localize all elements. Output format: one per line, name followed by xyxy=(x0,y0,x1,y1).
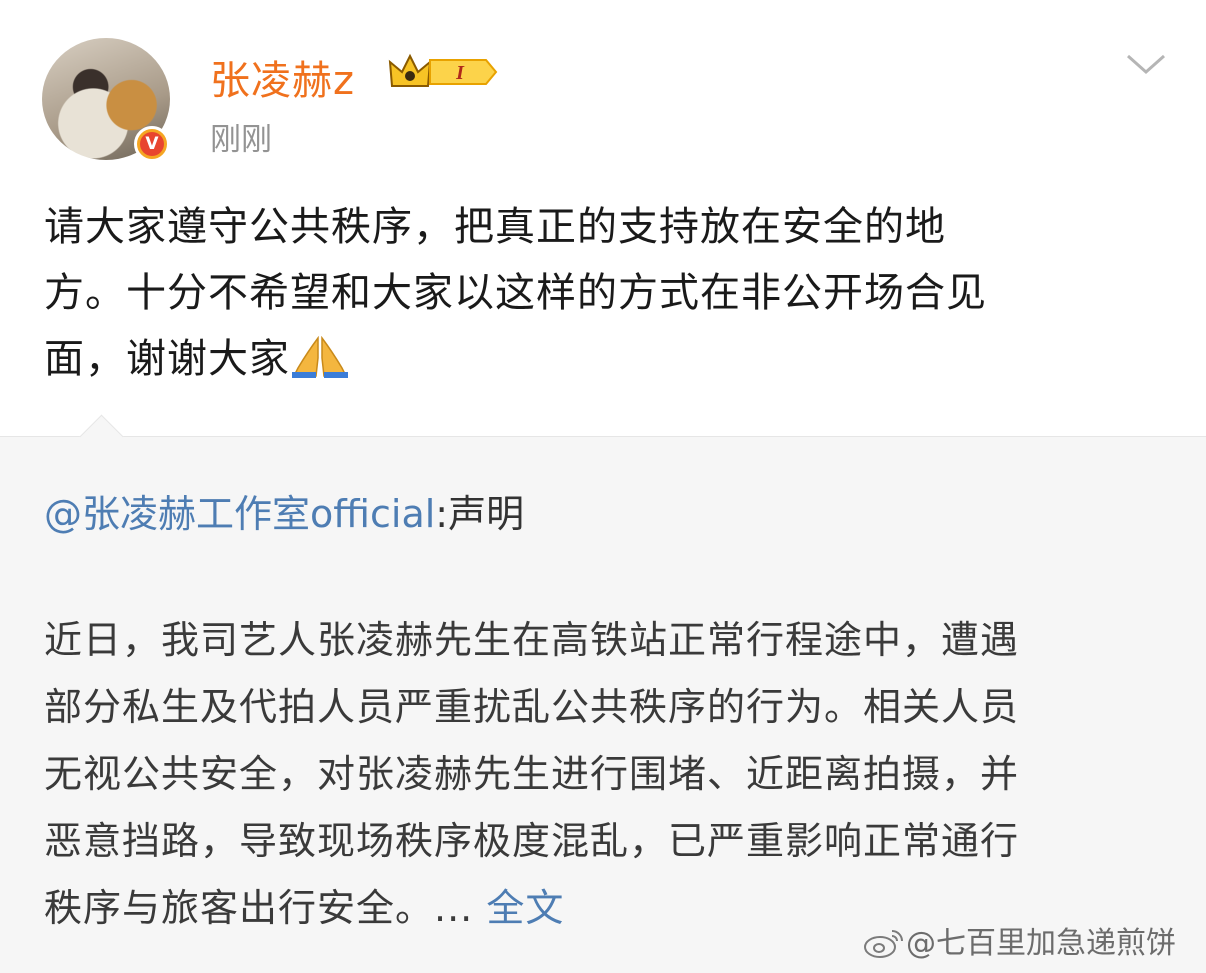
repost-body-line: 部分私生及代拍人员严重扰乱公共秩序的行为。相关人员 xyxy=(44,685,1020,729)
post-text-line-text: 面，谢谢大家 xyxy=(44,336,290,382)
repost-mention-link[interactable]: @张凌赫工作室official xyxy=(44,492,435,536)
repost-author: @张凌赫工作室official:声明 xyxy=(44,483,524,538)
repost-body-line: 无视公共安全，对张凌赫先生进行围堵、近距离拍摄，并 xyxy=(44,752,1020,796)
repost-title: 声明 xyxy=(448,492,525,536)
repost-card[interactable]: @张凌赫工作室official:声明 近日，我司艺人张凌赫先生在高铁站正常行程途… xyxy=(0,414,1206,973)
repost-body: 近日，我司艺人张凌赫先生在高铁站正常行程途中，遭遇 部分私生及代拍人员严重扰乱公… xyxy=(44,607,1174,942)
post-text-line: 面，谢谢大家 xyxy=(44,326,1174,392)
chevron-down-icon[interactable] xyxy=(1124,50,1168,78)
repost-body-line: 近日，我司艺人张凌赫先生在高铁站正常行程途中，遭遇 xyxy=(44,618,1020,662)
watermark-text: @七百里加急递煎饼 xyxy=(906,926,1176,961)
avatar[interactable]: V xyxy=(42,38,170,162)
watermark: @七百里加急递煎饼 xyxy=(862,918,1176,962)
verified-v-icon: V xyxy=(134,126,170,162)
post-text: 请大家遵守公共秩序，把真正的支持放在安全的地 方。十分不希望和大家以这样的方式在… xyxy=(44,194,1174,392)
post-text-line: 方。十分不希望和大家以这样的方式在非公开场合见 xyxy=(44,270,987,316)
full-text-link[interactable]: 全文 xyxy=(486,886,564,930)
post-time: 刚刚 xyxy=(210,122,272,158)
level-badge-text: I xyxy=(455,62,465,84)
weibo-logo-icon xyxy=(864,930,903,958)
post-header: V 张凌赫z I 刚刚 xyxy=(0,0,1206,180)
repost-separator: : xyxy=(435,492,449,536)
repost-notch xyxy=(79,414,124,459)
crown-level-icon[interactable]: I xyxy=(388,52,500,92)
repost-body-text: 秩序与旅客出行安全。... xyxy=(44,886,474,930)
repost-body-line: 恶意挡路，导致现场秩序极度混乱，已严重影响正常通行 xyxy=(44,819,1020,863)
username[interactable]: 张凌赫z xyxy=(210,48,355,106)
praying-hands-icon xyxy=(292,336,348,378)
post-text-line: 请大家遵守公共秩序，把真正的支持放在安全的地 xyxy=(44,204,946,250)
